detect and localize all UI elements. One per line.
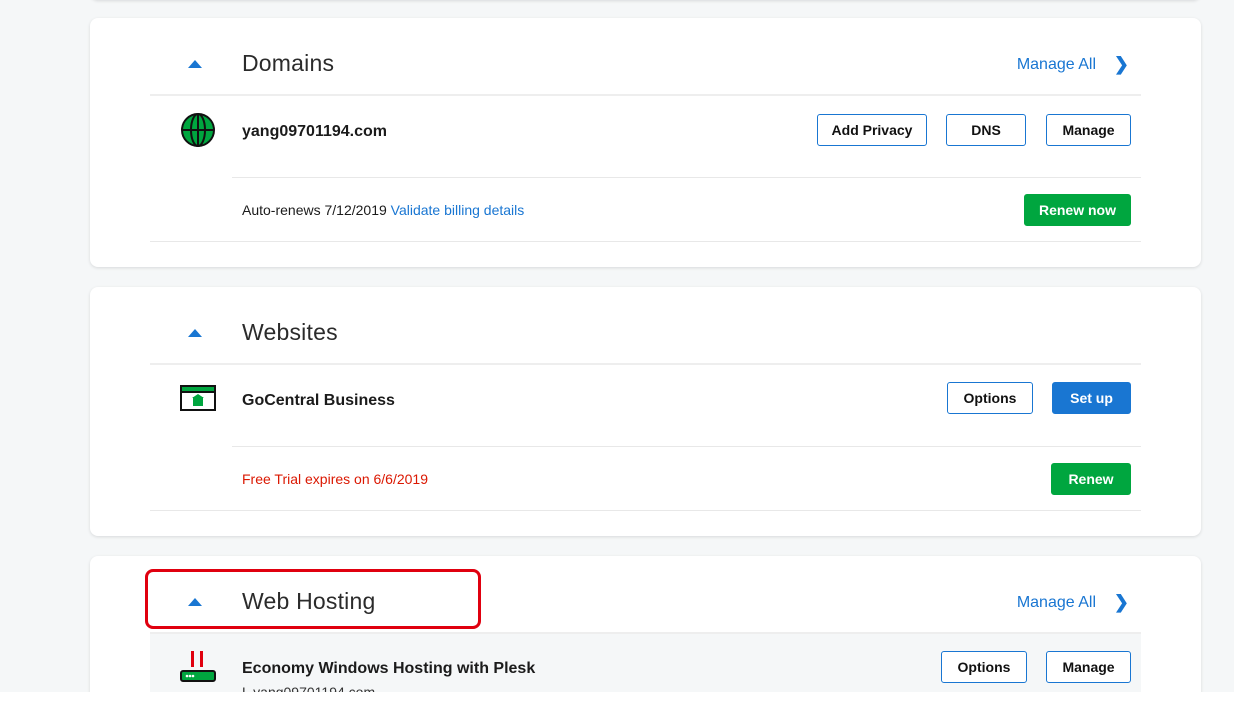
trial-row: Free Trial expires on 6/6/2019 Renew [232, 446, 1141, 510]
trial-expiry-text: Free Trial expires on 6/6/2019 [242, 471, 428, 487]
websites-title: Websites [242, 319, 338, 345]
domains-manage-all-link[interactable]: Manage All [1017, 56, 1096, 74]
dns-button[interactable]: DNS [946, 114, 1026, 146]
hosting-manage-all-link[interactable]: Manage All [1017, 594, 1096, 612]
website-name: GoCentral Business [242, 392, 395, 409]
renew-status: Auto-renews 7/12/2019 Validate billing d… [242, 202, 524, 218]
validate-billing-link[interactable]: Validate billing details [391, 202, 525, 218]
divider [150, 510, 1141, 511]
domain-renew-row: Auto-renews 7/12/2019 Validate billing d… [232, 177, 1141, 241]
add-privacy-button[interactable]: Add Privacy [817, 114, 927, 146]
collapse-caret-icon[interactable] [188, 329, 202, 337]
hosting-title: Web Hosting [242, 588, 376, 614]
options-button[interactable]: Options [941, 651, 1027, 683]
domains-card: Domains Manage All ❯ yang09701194.com Ad… [90, 18, 1201, 267]
collapse-caret-icon[interactable] [188, 598, 202, 606]
manage-button[interactable]: Manage [1046, 114, 1131, 146]
manage-button[interactable]: Manage [1046, 651, 1131, 683]
globe-icon [180, 112, 216, 153]
website-row: GoCentral Business Options Set up [150, 365, 1141, 445]
renew-button[interactable]: Renew [1051, 463, 1131, 495]
websites-card: Websites GoCentral Business Options Set … [90, 287, 1201, 536]
auto-renew-text: Auto-renews 7/12/2019 [242, 202, 387, 218]
hosting-name: Economy Windows Hosting with Plesk [242, 660, 536, 677]
set-up-button[interactable]: Set up [1052, 382, 1131, 414]
renew-now-button[interactable]: Renew now [1024, 194, 1131, 226]
bottom-cutoff [0, 692, 1234, 726]
server-icon [180, 650, 216, 691]
hosting-header: Web Hosting Manage All ❯ [150, 556, 1141, 634]
chevron-right-icon[interactable]: ❯ [1114, 592, 1129, 613]
options-button[interactable]: Options [947, 382, 1033, 414]
domain-row: yang09701194.com Add Privacy DNS Manage [150, 98, 1141, 178]
domains-title: Domains [242, 50, 335, 76]
chevron-right-icon[interactable]: ❯ [1114, 54, 1129, 75]
domain-name: yang09701194.com [242, 123, 387, 140]
websites-header: Websites [150, 287, 1141, 365]
divider [150, 241, 1141, 242]
domains-header: Domains Manage All ❯ [150, 18, 1141, 96]
website-icon [180, 385, 216, 416]
collapse-caret-icon[interactable] [188, 60, 202, 68]
